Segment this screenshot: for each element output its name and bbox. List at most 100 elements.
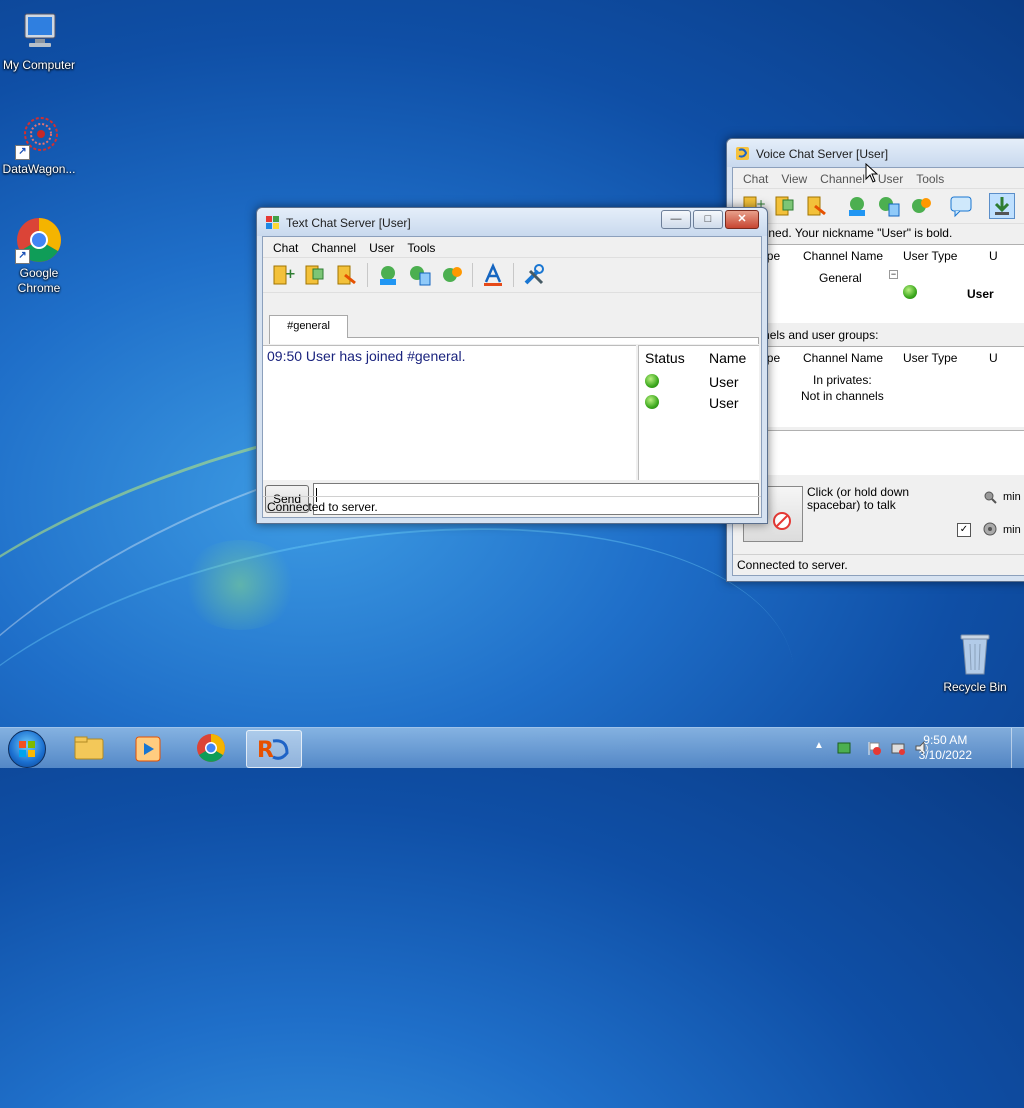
channel-general[interactable]: General bbox=[819, 271, 862, 285]
start-button[interactable] bbox=[8, 730, 46, 768]
desktop-icon-google-chrome[interactable]: ↗ Google Chrome bbox=[0, 216, 78, 296]
tools-icon[interactable] bbox=[522, 263, 546, 287]
toolbar-separator bbox=[472, 263, 473, 287]
network-status-icon[interactable] bbox=[890, 740, 906, 756]
windows-logo-icon bbox=[19, 741, 35, 757]
svg-text:R: R bbox=[257, 738, 274, 763]
user-row[interactable]: User bbox=[639, 372, 759, 392]
menu-tools[interactable]: Tools bbox=[401, 237, 442, 257]
voice-chat-client: Chat View Channel User Tools + nel joine… bbox=[732, 167, 1024, 576]
col-name[interactable]: Name bbox=[709, 350, 746, 366]
menu-chat[interactable]: Chat bbox=[267, 237, 305, 257]
leave-channel-icon[interactable] bbox=[805, 194, 829, 218]
shortcut-arrow-icon: ↗ bbox=[15, 249, 30, 264]
user-ignore-icon[interactable] bbox=[909, 194, 933, 218]
menu-view[interactable]: View bbox=[775, 168, 814, 188]
user-online-icon bbox=[645, 374, 659, 388]
toolbar-separator bbox=[367, 263, 368, 287]
taskbar-chat-app[interactable]: R bbox=[246, 730, 302, 768]
taskbar-explorer[interactable] bbox=[62, 730, 116, 766]
tab-strip-line bbox=[269, 337, 759, 344]
users-list: Status Name User User bbox=[638, 345, 759, 480]
channel-user[interactable]: User bbox=[967, 287, 994, 301]
menu-chat[interactable]: Chat bbox=[737, 168, 775, 188]
menu-user[interactable]: User bbox=[363, 237, 401, 257]
col-channel-name[interactable]: Channel Name bbox=[803, 351, 883, 365]
action-center-flag-icon[interactable] bbox=[866, 740, 882, 756]
datawagon-icon: ↗ bbox=[15, 112, 63, 160]
chat-app-icon: R bbox=[257, 738, 289, 763]
chat-history[interactable]: 09:50 User has joined #general. bbox=[263, 345, 636, 480]
text-chat-titlebar[interactable]: Text Chat Server [User] — □ ✕ bbox=[257, 208, 767, 236]
text-chat-toolbar: + bbox=[263, 257, 761, 293]
menu-tools[interactable]: Tools bbox=[910, 168, 951, 188]
user-info-icon[interactable] bbox=[877, 194, 901, 218]
col-user-type[interactable]: User Type bbox=[903, 249, 957, 263]
col-extra[interactable]: U bbox=[989, 249, 998, 263]
folder-icon bbox=[74, 736, 104, 760]
text-chat-window: Text Chat Server [User] — □ ✕ Chat Chann… bbox=[256, 207, 768, 524]
window-title: Text Chat Server [User] bbox=[286, 216, 411, 230]
voice-chat-toolbar: + bbox=[733, 188, 1024, 224]
clock-time: 9:50 AM bbox=[923, 733, 968, 747]
text-chat-statusbar: Connected to server. bbox=[263, 496, 761, 517]
network-tray-icon[interactable] bbox=[836, 740, 852, 756]
join-channel-icon[interactable]: + bbox=[271, 263, 296, 287]
desktop-icon-label: DataWagon... bbox=[2, 162, 76, 176]
voice-activation-checkbox[interactable]: ✓ bbox=[957, 523, 971, 537]
desktop-icon-recycle-bin[interactable]: Recycle Bin bbox=[936, 630, 1014, 695]
tray-expand-icon[interactable]: ▲ bbox=[814, 740, 824, 751]
toolbar-separator bbox=[513, 263, 514, 287]
channel-list-icon[interactable] bbox=[303, 263, 327, 287]
taskbar: R ▲ 9:50 AM 3/10/2022 bbox=[0, 727, 1024, 768]
system-clock[interactable]: 9:50 AM 3/10/2022 bbox=[919, 733, 972, 763]
menu-channel[interactable]: Channel bbox=[814, 168, 872, 188]
user-ignore-icon[interactable] bbox=[440, 263, 464, 287]
maximize-button[interactable]: □ bbox=[693, 210, 723, 229]
channel-list-icon[interactable] bbox=[773, 194, 797, 218]
svg-text:+: + bbox=[285, 267, 295, 282]
user-info-icon[interactable] bbox=[408, 263, 432, 287]
media-player-icon bbox=[135, 736, 161, 762]
font-icon[interactable] bbox=[481, 262, 505, 287]
message-icon[interactable] bbox=[949, 194, 973, 218]
channel-info-text: nel joined. Your nickname "User" is bold… bbox=[737, 226, 953, 240]
close-button[interactable]: ✕ bbox=[725, 210, 759, 229]
chat-message: 09:50 User has joined #general. bbox=[267, 348, 466, 364]
col-extra[interactable]: U bbox=[989, 351, 998, 365]
tab-general[interactable]: #general bbox=[269, 315, 348, 338]
window-title: Voice Chat Server [User] bbox=[756, 147, 889, 161]
chrome-icon bbox=[197, 734, 225, 762]
channels-grid: General − User bbox=[733, 267, 1024, 323]
wallpaper-glow bbox=[180, 540, 300, 630]
user-row[interactable]: User bbox=[639, 393, 759, 413]
groups-grid-header: nel Type Channel Name User Type U bbox=[733, 346, 1024, 370]
taskbar-media-player[interactable] bbox=[122, 730, 176, 766]
recycle-bin-icon bbox=[951, 630, 999, 678]
col-status[interactable]: Status bbox=[645, 350, 685, 366]
channel-tabs: #general bbox=[269, 315, 759, 344]
desktop-icon-label: Recycle Bin bbox=[943, 680, 1007, 694]
col-user-type[interactable]: User Type bbox=[903, 351, 957, 365]
user-list-icon[interactable] bbox=[845, 194, 869, 218]
desktop-icon-label: My Computer bbox=[2, 58, 76, 72]
leave-channel-icon[interactable] bbox=[335, 263, 359, 287]
user-status-icon bbox=[903, 285, 917, 299]
speaker-volume-icon bbox=[983, 522, 997, 536]
groups-grid: In privates: Not in channels bbox=[733, 369, 1024, 427]
user-online-icon bbox=[645, 395, 659, 409]
col-channel-name[interactable]: Channel Name bbox=[803, 249, 883, 263]
collapse-toggle[interactable]: − bbox=[889, 270, 898, 279]
show-desktop-button[interactable] bbox=[1011, 728, 1024, 768]
taskbar-chrome[interactable] bbox=[184, 730, 238, 766]
minimize-button[interactable]: — bbox=[661, 210, 691, 229]
user-list-icon[interactable] bbox=[376, 263, 400, 287]
desktop-icon-datawagon[interactable]: ↗ DataWagon... bbox=[0, 112, 78, 177]
menu-channel[interactable]: Channel bbox=[305, 237, 363, 257]
user-name: User bbox=[709, 395, 739, 411]
channels-grid-header: nel Type Channel Name User Type U bbox=[733, 244, 1024, 268]
voice-chat-app-icon bbox=[736, 147, 749, 160]
download-icon[interactable] bbox=[989, 193, 1015, 219]
desktop-icon-my-computer[interactable]: My Computer bbox=[0, 8, 78, 73]
chrome-icon: ↗ bbox=[15, 216, 63, 264]
